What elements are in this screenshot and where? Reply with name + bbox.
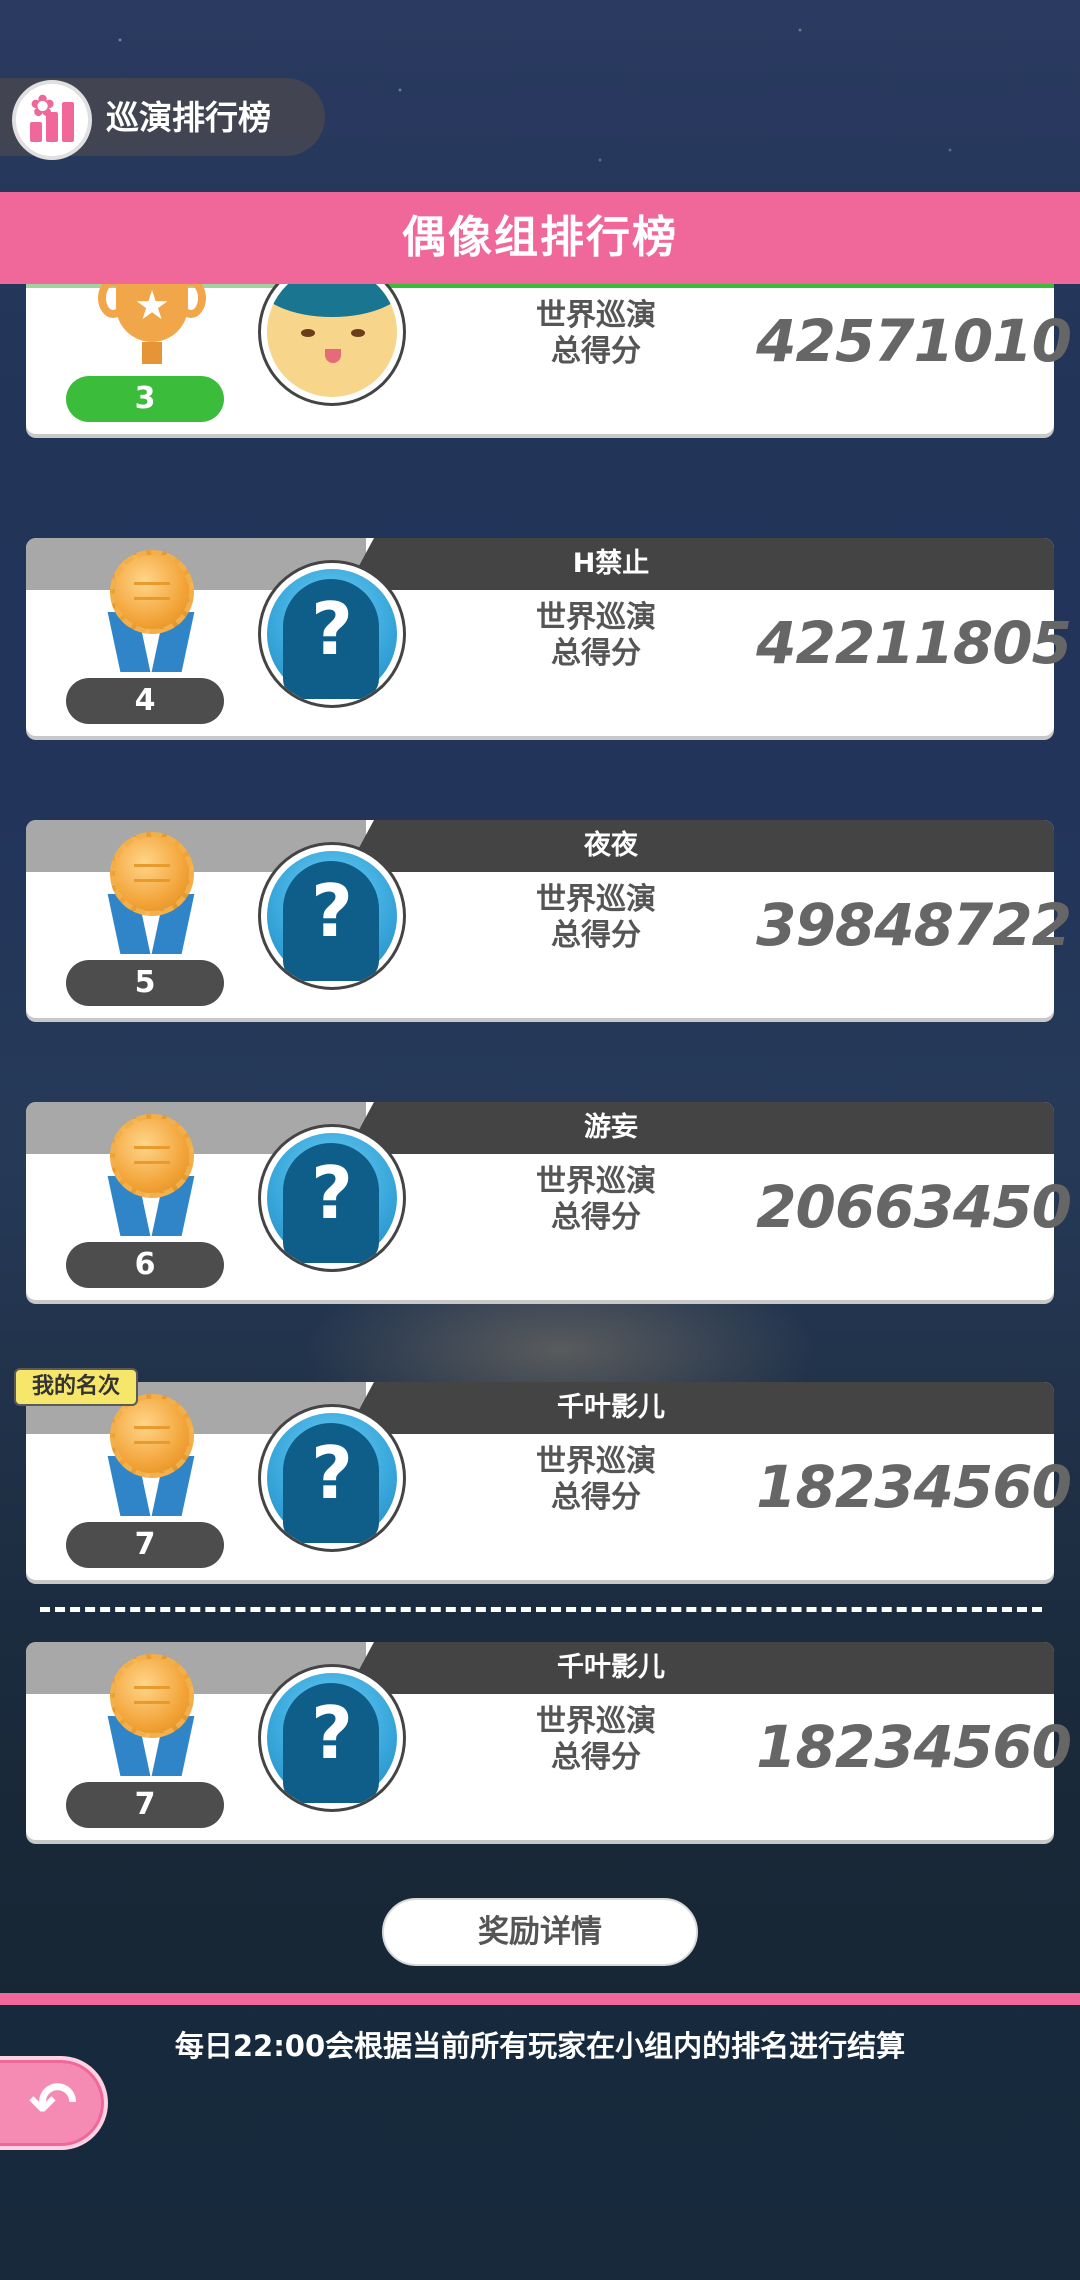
score-label: 世界巡演 总得分 — [496, 1444, 696, 1516]
score-value: 42571010 — [756, 307, 1072, 375]
player-avatar[interactable]: ? — [258, 560, 406, 708]
cat-hood-avatar-icon — [267, 284, 397, 397]
ranking-icon: ✿ — [12, 80, 92, 160]
player-avatar[interactable] — [258, 284, 406, 406]
player-name: 游妄 — [584, 1112, 638, 1143]
trophy-icon: ★ — [96, 284, 206, 372]
score-label-line2: 总得分 — [551, 1740, 641, 1775]
score-label-line1: 世界巡演 — [536, 1164, 656, 1199]
medal-icon — [96, 1112, 206, 1240]
settlement-notice: 每日22:00会根据当前所有玩家在小组内的排名进行结算 — [174, 2029, 906, 2063]
back-arrow-icon[interactable]: ↶ — [18, 2068, 88, 2138]
medal-icon — [96, 1652, 206, 1780]
medal-icon — [96, 1392, 206, 1520]
ranking-header-title: 巡演排行榜 — [106, 98, 271, 137]
rank-badge: 7 — [66, 1522, 224, 1568]
rank-badge: 5 — [66, 960, 224, 1006]
question-mark-icon: ? — [311, 869, 353, 953]
question-mark-icon: ? — [311, 587, 353, 671]
score-label-line1: 世界巡演 — [536, 1444, 656, 1479]
bar-icon — [46, 112, 58, 142]
score-label: 世界巡演 总得分 — [496, 1704, 696, 1776]
question-mark-icon: ? — [311, 1691, 353, 1775]
score-label-line2: 总得分 — [551, 636, 641, 671]
player-avatar[interactable]: ? — [258, 1404, 406, 1552]
score-label-line1: 世界巡演 — [536, 1704, 656, 1739]
leaderboard-row[interactable]: 千叶影儿 7 ? 世界巡演 总得分 18234560 — [26, 1382, 1072, 1580]
score-label: 世界巡演 总得分 — [496, 882, 696, 954]
leaderboard-row[interactable]: 叶夜 ★ 3 世界巡演 总得分 42571010 — [26, 284, 1072, 434]
leaderboard-row[interactable]: 游妄 6 ? 世界巡演 总得分 20663450 — [26, 1102, 1072, 1300]
leaderboard-row[interactable]: 夜夜 5 ? 世界巡演 总得分 39848722 — [26, 820, 1072, 1018]
score-value: 18234560 — [756, 1453, 1072, 1521]
medal-icon — [96, 548, 206, 676]
rank-badge: 7 — [66, 1782, 224, 1828]
score-value: 39848722 — [756, 891, 1072, 959]
score-label-line2: 总得分 — [551, 1480, 641, 1515]
leaderboard-row[interactable]: H禁止 4 ? 世界巡演 总得分 42211805 — [26, 538, 1072, 736]
player-name: 夜夜 — [584, 830, 638, 861]
bar-icon — [62, 102, 74, 142]
score-label-line2: 总得分 — [551, 918, 641, 953]
score-label: 世界巡演 总得分 — [496, 298, 696, 370]
rank-badge: 4 — [66, 678, 224, 724]
score-value: 20663450 — [756, 1173, 1072, 1241]
player-name: 叶夜 — [366, 284, 856, 288]
score-label: 世界巡演 总得分 — [496, 600, 696, 672]
reward-details-button[interactable]: 奖励详情 — [382, 1898, 698, 1966]
player-name: H禁止 — [572, 548, 650, 579]
bottom-accent-bar — [0, 1993, 1080, 2005]
player-name: 千叶影儿 — [557, 1392, 665, 1423]
question-mark-icon: ? — [311, 1151, 353, 1235]
score-label-line2: 总得分 — [551, 334, 641, 369]
my-rank-row[interactable]: 千叶影儿 7 ? 世界巡演 总得分 18234560 — [26, 1642, 1072, 1840]
score-label-line1: 世界巡演 — [536, 298, 656, 333]
separator-line — [40, 1607, 1042, 1612]
bar-icon — [30, 122, 42, 142]
score-label: 世界巡演 总得分 — [496, 1164, 696, 1236]
rank-badge: 3 — [66, 376, 224, 422]
player-avatar[interactable]: ? — [258, 842, 406, 990]
question-mark-icon: ? — [311, 1431, 353, 1515]
my-rank-tag: 我的名次 — [14, 1368, 138, 1406]
score-value: 42211805 — [756, 609, 1072, 677]
medal-icon — [96, 830, 206, 958]
leaderboard-title: 偶像组排行榜 — [402, 212, 678, 263]
score-label-line1: 世界巡演 — [536, 882, 656, 917]
player-avatar[interactable]: ? — [258, 1124, 406, 1272]
player-avatar[interactable]: ? — [258, 1664, 406, 1812]
score-value: 18234560 — [756, 1713, 1072, 1781]
rank-badge: 6 — [66, 1242, 224, 1288]
player-name: 千叶影儿 — [557, 1652, 665, 1683]
score-label-line2: 总得分 — [551, 1200, 641, 1235]
score-label-line1: 世界巡演 — [536, 600, 656, 635]
